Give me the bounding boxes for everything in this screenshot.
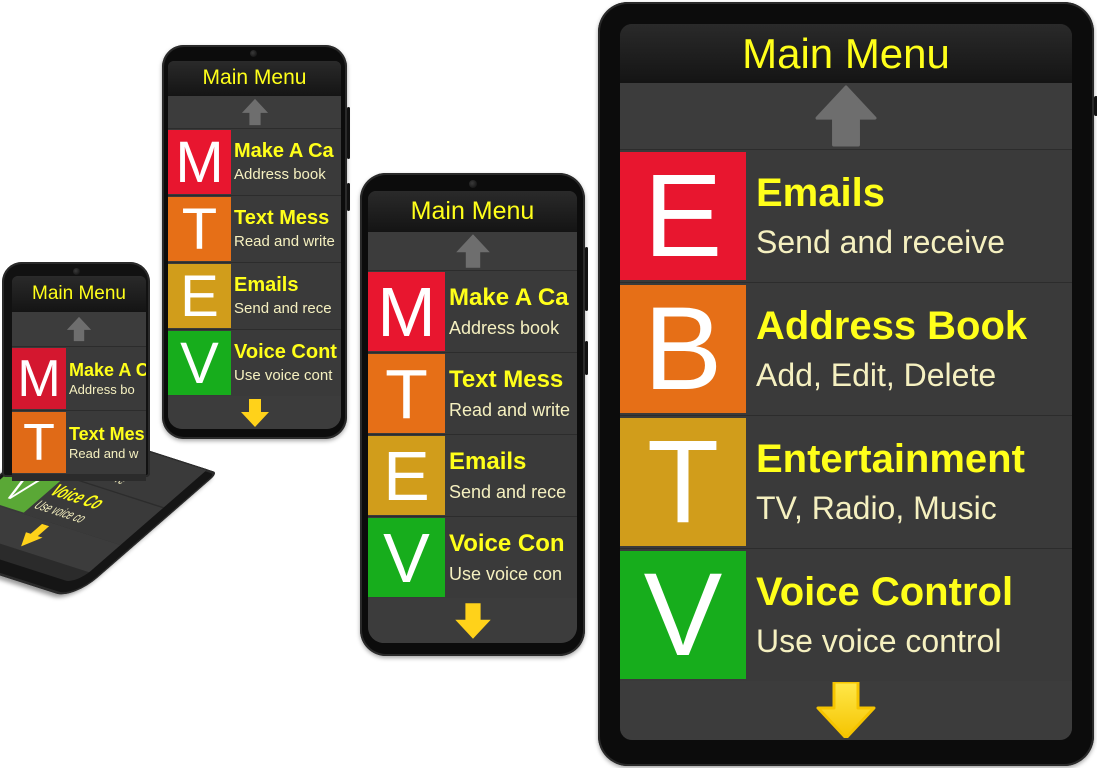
menu-item-title: Emails xyxy=(449,447,527,475)
menu-item-emails[interactable]: E Emails Send and receive xyxy=(620,148,1072,282)
menu-item-entertainment[interactable]: T Entertainment TV, Radio, Music xyxy=(620,414,1072,548)
screen-title: Main Menu xyxy=(12,276,146,312)
small-phone-mockup: Main Menu M Make A Ca Address book T Text… xyxy=(162,45,350,439)
menu-item-address-book[interactable]: B Address Book Add, Edit, Delete xyxy=(620,281,1072,415)
scroll-down-button[interactable] xyxy=(620,680,1072,740)
menu-item-subtitle: Address book xyxy=(449,317,560,338)
menu-tile: T xyxy=(620,416,746,548)
volume-button xyxy=(585,247,588,311)
menu-item-subtitle: Read and write xyxy=(449,399,571,420)
menu-item-subtitle: Use voice con xyxy=(449,563,563,584)
scroll-down-button[interactable] xyxy=(168,396,341,429)
menu-item-title: Text Mess xyxy=(234,207,330,230)
menu-item-title: Voice Control xyxy=(756,569,1014,614)
power-button xyxy=(585,341,588,375)
arrow-up-icon xyxy=(66,316,92,342)
arrow-down-icon xyxy=(815,682,877,739)
large-tablet-screen: Main Menu E Emails Send and receive B Add… xyxy=(620,24,1072,740)
arrow-down-icon xyxy=(12,522,55,549)
menu-item-subtitle: Read and w xyxy=(69,445,139,461)
scroll-down-button[interactable] xyxy=(368,598,577,643)
volume-button xyxy=(347,107,350,159)
menu-item-make-a-call[interactable]: M Make A C Address bo xyxy=(12,346,146,410)
menu-item-title: Emails xyxy=(234,274,299,297)
arrow-up-icon xyxy=(454,233,492,269)
menu-tile: B xyxy=(620,283,746,415)
menu-item-subtitle: Add, Edit, Delete xyxy=(756,356,997,393)
scroll-up-button[interactable] xyxy=(12,312,146,346)
flip-phone-upper-half: Main Menu M Make A C Address bo T Text Me… xyxy=(2,262,150,481)
menu-item-title: Address Book xyxy=(756,303,1028,348)
menu-tile: E xyxy=(620,150,746,282)
menu-item-emails[interactable]: E Emails Send and rece xyxy=(168,262,341,330)
menu-tile: E xyxy=(368,436,445,516)
menu-item-title: Emails xyxy=(756,170,885,215)
medium-phone-mockup: Main Menu M Make A Ca Address book T Text… xyxy=(360,173,588,656)
menu-item-voice-control[interactable]: V Voice Cont Use voice cont xyxy=(168,329,341,397)
menu-item-subtitle: Use voice cont xyxy=(234,367,333,385)
scroll-up-button[interactable] xyxy=(620,83,1072,149)
scroll-up-button[interactable] xyxy=(168,95,341,129)
screen-title: Main Menu xyxy=(620,24,1072,84)
menu-item-voice-control[interactable]: V Voice Control Use voice control xyxy=(620,547,1072,681)
menu-item-title: Voice Cont xyxy=(234,341,337,364)
menu-item-subtitle: Send and rece xyxy=(234,300,332,318)
menu-tile: E xyxy=(168,264,231,329)
screen-title: Main Menu xyxy=(168,61,341,96)
flip-upper-screen: Main Menu M Make A C Address bo T Text Me… xyxy=(12,276,146,481)
scroll-up-button[interactable] xyxy=(368,231,577,271)
menu-item-title: Make A Ca xyxy=(234,140,334,163)
menu-item-subtitle: Send and receive xyxy=(756,223,1006,260)
arrow-up-icon xyxy=(815,85,877,147)
small-phone-screen: Main Menu M Make A Ca Address book T Text… xyxy=(168,61,341,429)
menu-tile: V xyxy=(168,331,231,396)
camera-icon xyxy=(250,50,257,57)
arrow-down-icon xyxy=(454,602,492,639)
menu-tile: T xyxy=(168,197,231,262)
menu-item-subtitle: Address book xyxy=(234,166,326,184)
menu-tile: V xyxy=(368,518,445,598)
menu-item-subtitle: Send and rece xyxy=(449,481,567,502)
menu-item-text-messages[interactable]: T Text Mess Read and write xyxy=(368,352,577,435)
menu-item-make-a-call[interactable]: M Make A Ca Address book xyxy=(168,128,341,196)
menu-item-emails[interactable]: E Emails Send and rece xyxy=(368,434,577,517)
menu-item-title: Text Mess xyxy=(449,365,564,393)
menu-tile: T xyxy=(368,354,445,434)
menu-item-subtitle: Use voice control xyxy=(756,622,1002,659)
menu-item-subtitle: TV, Radio, Music xyxy=(756,489,997,526)
menu-item-voice-control[interactable]: V Voice Con Use voice con xyxy=(368,516,577,599)
screen-title: Main Menu xyxy=(368,191,577,232)
arrow-up-icon xyxy=(240,98,270,126)
menu-item-title: Text Mes xyxy=(69,423,145,444)
menu-item-make-a-call[interactable]: M Make A Ca Address book xyxy=(368,270,577,353)
menu-item-title: Voice Con xyxy=(449,529,565,557)
menu-tile: M xyxy=(368,272,445,352)
menu-item-text-messages[interactable]: T Text Mess Read and write xyxy=(168,195,341,263)
menu-item-title: Entertainment xyxy=(756,436,1025,481)
camera-icon xyxy=(469,180,477,188)
menu-tile: T xyxy=(12,412,66,473)
camera-icon xyxy=(73,268,80,275)
large-tablet-mockup: Main Menu E Emails Send and receive B Add… xyxy=(598,2,1097,766)
menu-tile: M xyxy=(168,130,231,195)
power-button xyxy=(347,183,350,211)
menu-item-title: Make A C xyxy=(69,359,146,380)
menu-tile: V xyxy=(620,549,746,681)
medium-phone-screen: Main Menu M Make A Ca Address book T Text… xyxy=(368,191,577,643)
menu-item-subtitle: Read and write xyxy=(234,233,335,251)
menu-item-subtitle: Address bo xyxy=(69,381,135,397)
menu-item-text-messages[interactable]: T Text Mes Read and w xyxy=(12,410,146,474)
menu-tile: M xyxy=(12,348,66,409)
arrow-down-icon xyxy=(240,398,270,427)
menu-item-title: Make A Ca xyxy=(449,283,569,311)
